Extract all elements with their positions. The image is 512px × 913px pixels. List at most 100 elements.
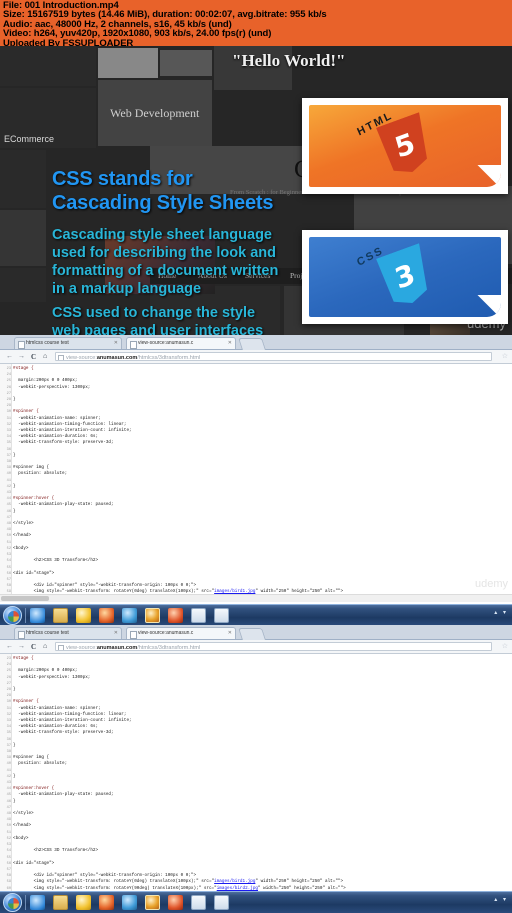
forward-icon[interactable]: →	[18, 643, 25, 650]
html5-logo-surface: 5 HTML	[309, 105, 501, 187]
browser-nav-bar: ← → C ⌂ view-source:anumasun.com/htmlcss…	[0, 640, 512, 654]
page-curl-decoration	[475, 165, 501, 187]
slide-hello-world-text: "Hello World!"	[232, 51, 346, 70]
close-icon[interactable]: ✕	[228, 340, 232, 346]
windows-taskbar-bottom: ▴ ▾	[0, 891, 512, 913]
css3-shield-icon: 3 CSS	[355, 242, 437, 312]
collage-tile	[0, 210, 46, 266]
bookmark-star-icon[interactable]: ☆	[502, 642, 508, 650]
taskbar-icon-chrome-active[interactable]	[145, 895, 160, 910]
taskbar-icon-window-1[interactable]	[191, 608, 206, 623]
back-icon[interactable]: ←	[6, 643, 13, 650]
slide-ecommerce-text: ECommerce	[4, 134, 55, 144]
taskbar-icon-window-2[interactable]	[214, 895, 229, 910]
html5-logo-card: 5 HTML	[302, 98, 508, 194]
taskbar-icon-chrome-yellow[interactable]	[76, 608, 91, 623]
taskbar-icon-folder[interactable]	[53, 895, 68, 910]
reload-icon[interactable]: C	[31, 353, 36, 361]
taskbar-icon-firefox[interactable]	[99, 608, 114, 623]
address-bar[interactable]: view-source:anumasun.com/htmlcss/3dtrans…	[55, 352, 492, 361]
windows-taskbar-top: ▴ ▾	[0, 604, 512, 626]
css3-logo-card: 3 CSS	[302, 230, 508, 324]
slide-paragraph-1-line2: used for describing the look and	[52, 245, 276, 261]
scrollbar-thumb[interactable]	[1, 596, 49, 601]
page-favicon-icon	[18, 630, 25, 639]
new-tab-button[interactable]	[238, 338, 266, 350]
taskbar-icon-window-1[interactable]	[191, 895, 206, 910]
browser-tab-label: view-source:anumasun.c	[138, 340, 194, 346]
taskbar-icon-chrome-orange[interactable]	[168, 895, 183, 910]
source-code-top: #stage { margin:200px 0 0 400px; -webkit…	[13, 366, 348, 602]
browser-tab-label: htmlcss course test	[26, 630, 69, 636]
url-path: /htmlcss/3dtransform.html	[137, 644, 201, 651]
taskbar-divider	[25, 895, 26, 910]
collage-tile	[160, 50, 212, 76]
browser-tab-bar: htmlcss course test ✕ view-source:anumas…	[0, 625, 512, 640]
udemy-overlay-watermark: udemy	[474, 578, 508, 590]
css3-logo-surface: 3 CSS	[309, 237, 501, 317]
url-domain: anumasun.com	[96, 354, 138, 361]
taskbar-icon-chrome-blue[interactable]	[122, 608, 137, 623]
taskbar-icon-chrome-yellow[interactable]	[76, 895, 91, 910]
slide-paragraph-1-line4: in a markup language	[52, 281, 202, 297]
screenshot-root: File: 001 Introduction.mp4 Size: 1516751…	[0, 0, 512, 913]
forward-icon[interactable]: →	[18, 353, 25, 360]
browser-tab-course-test[interactable]: htmlcss course test ✕	[14, 337, 122, 349]
url-prefix: view-source:	[66, 354, 97, 361]
browser-nav-bar: ← → C ⌂ view-source:anumasun.com/htmlcss…	[0, 350, 512, 364]
slide-paragraph-1-line3: formatting of a document written	[52, 263, 279, 279]
taskbar-icon-internet-explorer[interactable]	[30, 895, 45, 910]
slide-title-line2: Cascading Style Sheets	[52, 192, 274, 214]
close-icon[interactable]: ✕	[114, 630, 118, 636]
taskbar-icon-internet-explorer[interactable]	[30, 608, 45, 623]
page-favicon-icon	[18, 340, 25, 349]
bookmark-star-icon[interactable]: ☆	[502, 352, 508, 360]
line-numbers-bottom: 23 24 25 26 27 28 29 30 31 32 33 34 35 36 37 38 39 40 41 42…	[6, 657, 11, 903]
slide-paragraph-2-line2: web pages and user interfaces	[52, 323, 264, 335]
slide-web-development-text: Web Development	[110, 106, 200, 120]
system-tray[interactable]: ▴ ▾	[494, 609, 508, 616]
browser-tab-course-test[interactable]: htmlcss course test ✕	[14, 627, 122, 639]
address-bar[interactable]: view-source:anumasun.com/htmlcss/3dtrans…	[55, 642, 492, 651]
page-curl-decoration	[475, 295, 501, 317]
browser-tab-bar: htmlcss course test ✕ view-source:anumas…	[0, 335, 512, 350]
view-source-content-top: 23 24 25 26 27 28 29 30 31 32 33 34 35 36 37 38 39 40 41 42…	[0, 364, 512, 602]
browser-tab-label: htmlcss course test	[26, 340, 69, 346]
close-icon[interactable]: ✕	[228, 630, 232, 636]
reload-icon[interactable]: C	[31, 643, 36, 651]
page-favicon-icon	[130, 630, 137, 639]
course-slide: "Hello World!" Web Development ECommerce…	[0, 46, 512, 335]
back-icon[interactable]: ←	[6, 353, 13, 360]
horizontal-scrollbar[interactable]	[0, 594, 512, 602]
taskbar-icon-firefox[interactable]	[99, 895, 114, 910]
collage-tile	[0, 150, 46, 208]
home-icon[interactable]: ⌂	[43, 643, 47, 650]
taskbar-icon-chrome-orange[interactable]	[168, 608, 183, 623]
line-numbers-top: 23 24 25 26 27 28 29 30 31 32 33 34 35 36 37 38 39 40 41 42…	[6, 367, 11, 601]
home-icon[interactable]: ⌂	[43, 353, 47, 360]
system-tray[interactable]: ▴ ▾	[494, 896, 508, 903]
collage-tile	[98, 48, 158, 78]
close-icon[interactable]: ✕	[114, 340, 118, 346]
page-icon	[58, 644, 64, 650]
source-code-bottom: #stage { margin:200px 0 0 400px; -webkit…	[13, 656, 348, 903]
browser-tab-label: view-source:anumasun.c	[138, 630, 194, 636]
collage-tile	[0, 268, 46, 302]
url-path: /htmlcss/3dtransform.html	[137, 354, 201, 361]
start-button[interactable]	[3, 893, 22, 912]
slide-title-line1: CSS stands for	[52, 168, 193, 190]
page-icon	[58, 354, 64, 360]
browser-tab-view-source[interactable]: view-source:anumasun.c ✕	[126, 627, 236, 639]
slide-paragraph-2: CSS used to change the style web pages a…	[52, 304, 263, 335]
slide-paragraph-2-line1: CSS used to change the style	[52, 305, 256, 321]
browser-tab-view-source[interactable]: view-source:anumasun.c ✕	[126, 337, 236, 349]
browser-window-top: htmlcss course test ✕ view-source:anumas…	[0, 335, 512, 625]
taskbar-icon-chrome-active[interactable]	[145, 608, 160, 623]
url-prefix: view-source:	[66, 644, 97, 651]
new-tab-button[interactable]	[238, 628, 266, 640]
slide-paragraph-1: Cascading style sheet language used for …	[52, 226, 278, 298]
taskbar-icon-window-2[interactable]	[214, 608, 229, 623]
taskbar-icon-chrome-blue[interactable]	[122, 895, 137, 910]
start-button[interactable]	[3, 606, 22, 625]
taskbar-icon-folder[interactable]	[53, 608, 68, 623]
